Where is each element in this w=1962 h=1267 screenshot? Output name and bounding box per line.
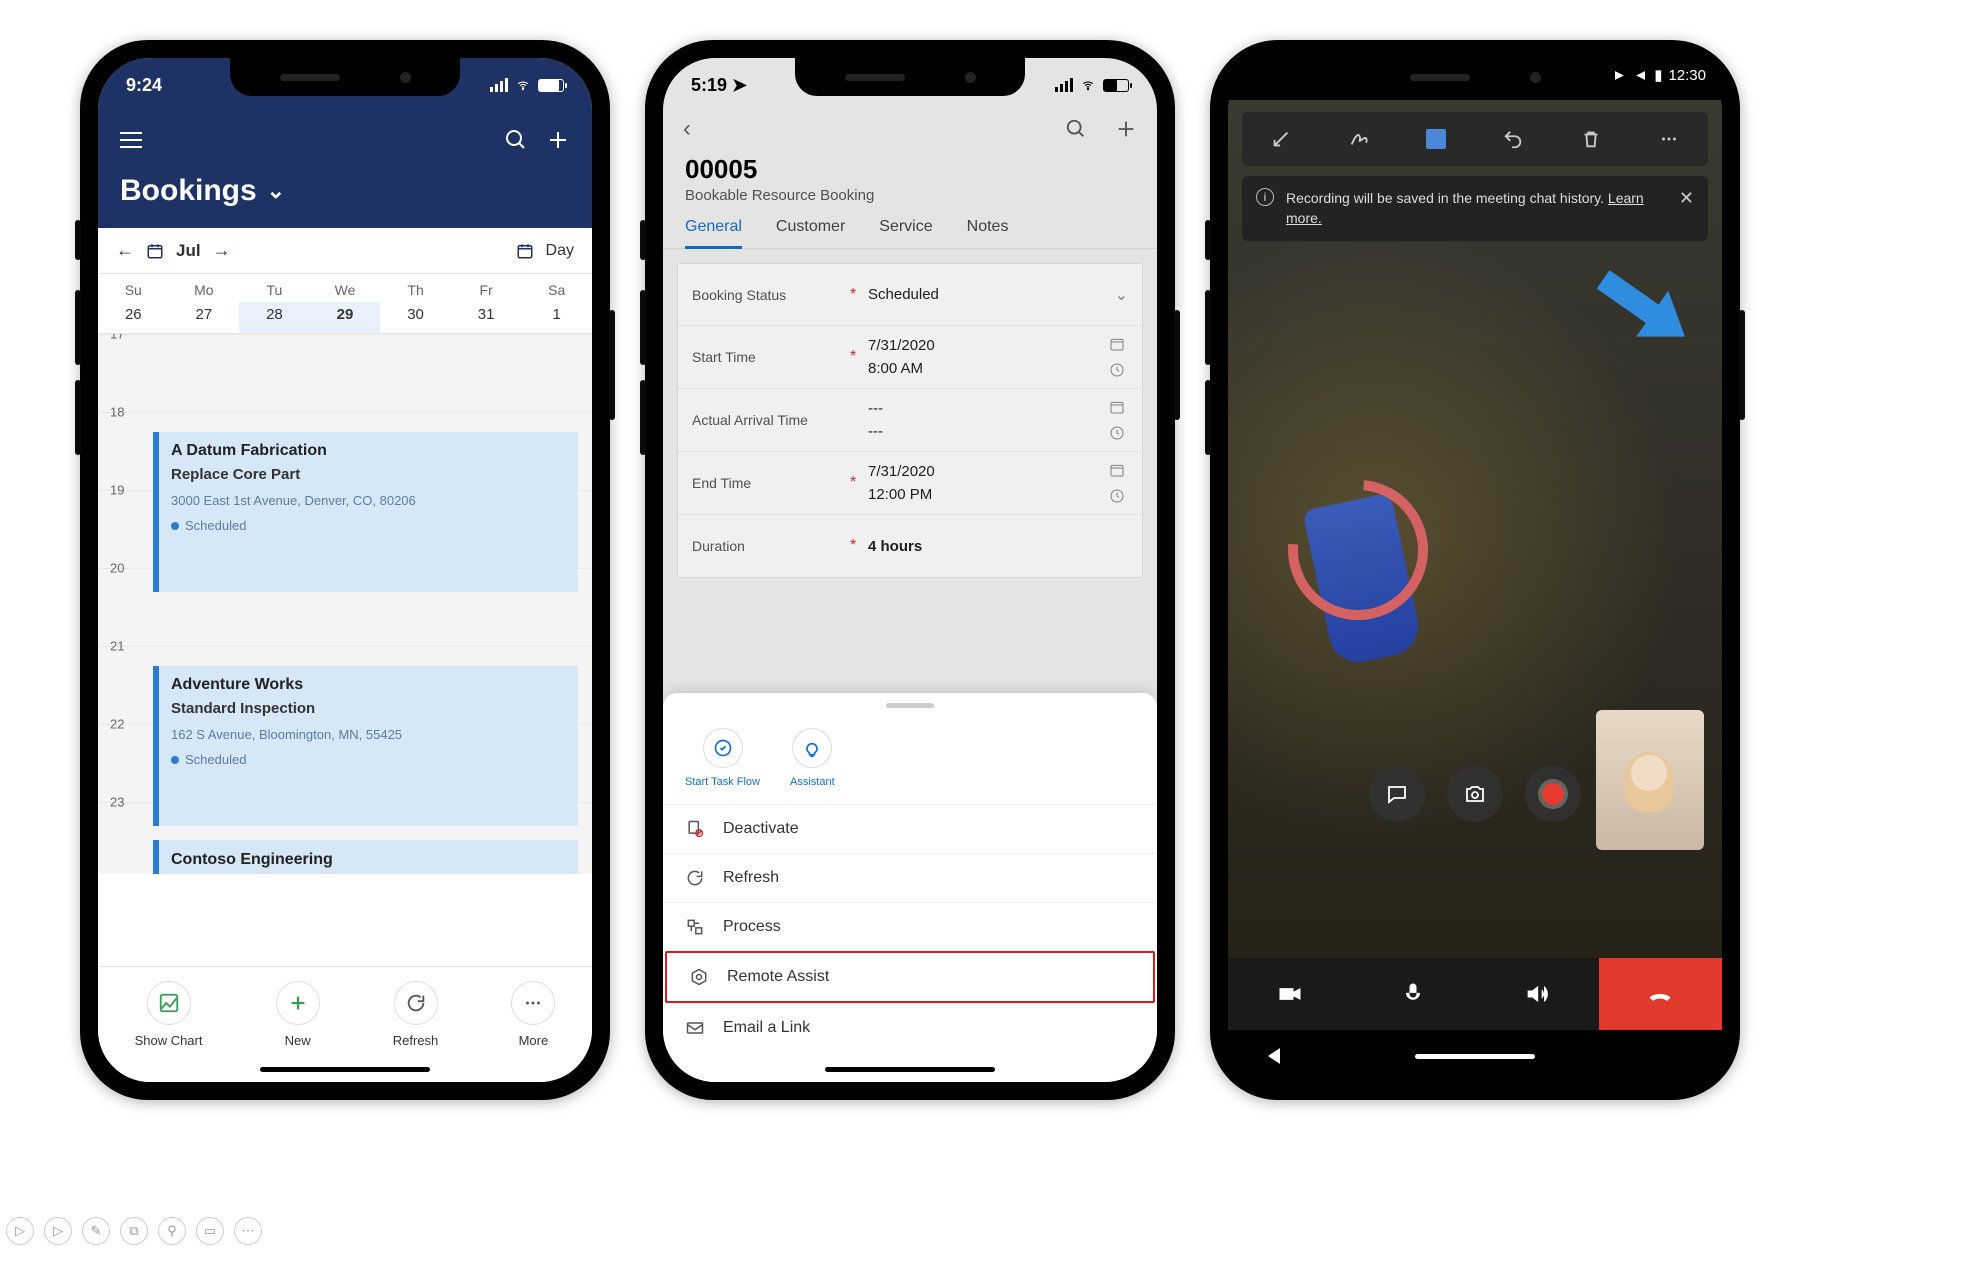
more-button[interactable]: More [511, 981, 555, 1048]
collapse-icon[interactable] [1270, 128, 1292, 150]
delete-icon[interactable] [1580, 128, 1602, 150]
close-icon[interactable]: ✕ [1679, 188, 1694, 209]
cell-signal-icon [490, 78, 508, 92]
menu-process[interactable]: Process [663, 902, 1157, 951]
annotation-toolbar [1242, 112, 1708, 166]
bottom-toolbar: Show Chart New Refresh More [98, 966, 592, 1082]
nav-back-icon[interactable] [1268, 1048, 1280, 1064]
weekday-numbers[interactable]: 2627282930311 [98, 302, 592, 334]
sheet-handle[interactable] [886, 703, 934, 708]
add-icon[interactable] [546, 128, 570, 152]
view-mode-label[interactable]: Day [546, 242, 574, 260]
home-indicator[interactable] [260, 1067, 430, 1072]
battery-icon: ▮ [1654, 66, 1662, 84]
chevron-down-icon: ⌄ [267, 178, 285, 204]
search-icon[interactable] [504, 128, 528, 152]
status-time: 9:24 [126, 75, 162, 96]
record-button[interactable] [1525, 766, 1581, 822]
nav-home-pill[interactable] [1415, 1054, 1535, 1059]
end-call-button[interactable] [1599, 958, 1723, 1030]
info-icon: i [1256, 188, 1274, 206]
ar-arrow-annotation [1587, 256, 1701, 359]
ar-circle-annotation [1259, 451, 1456, 648]
action-sheet: Start Task Flow Assistant Deactivate Ref… [663, 693, 1157, 1082]
android-nav-bar [1228, 1030, 1722, 1082]
next-arrow-icon[interactable]: → [213, 240, 231, 261]
status-dot-icon [171, 756, 179, 764]
host-app-toolbar: ▷ ▷ ✎ ⧉ ⚲ ▭ ⋯ [6, 1217, 262, 1245]
tool-button[interactable]: ▷ [6, 1217, 34, 1245]
menu-deactivate[interactable]: Deactivate [663, 804, 1157, 853]
new-button[interactable]: New [276, 981, 320, 1048]
phone-remote-assist-call: ▲ ▲ ▮ 12:30 i Recording will be saved [1210, 40, 1740, 1100]
weekday-header: SuMoTuWeThFrSa [98, 274, 592, 302]
status-bar: ▲ ▲ ▮ 12:30 [1596, 58, 1722, 92]
prev-arrow-icon[interactable]: ← [116, 240, 134, 261]
status-dot-icon [171, 522, 179, 530]
menu-email-link[interactable]: Email a Link [663, 1003, 1157, 1052]
speaker-toggle-button[interactable] [1475, 958, 1599, 1030]
ink-icon[interactable] [1348, 128, 1370, 150]
menu-refresh[interactable]: Refresh [663, 853, 1157, 902]
month-label: Jul [176, 241, 201, 261]
date-toolbar: ← Jul → Day [98, 228, 592, 274]
assistant-button[interactable]: Assistant [790, 728, 835, 788]
page-title[interactable]: Bookings ⌄ [98, 166, 592, 208]
calendar-icon[interactable] [146, 242, 164, 260]
appointment-card[interactable]: Adventure Works Standard Inspection 162 … [153, 666, 578, 826]
undo-icon[interactable] [1502, 128, 1524, 150]
menu-icon[interactable] [120, 132, 142, 148]
menu-remote-assist[interactable]: Remote Assist [665, 951, 1155, 1003]
video-toggle-button[interactable] [1228, 958, 1352, 1030]
tool-button[interactable]: ▭ [196, 1217, 224, 1245]
tool-button[interactable]: ▷ [44, 1217, 72, 1245]
refresh-button[interactable]: Refresh [393, 981, 439, 1048]
calendar-icon[interactable] [516, 242, 534, 260]
mic-toggle-button[interactable] [1352, 958, 1476, 1030]
recording-banner: i Recording will be saved in the meeting… [1242, 176, 1708, 241]
call-bar [1228, 958, 1722, 1030]
show-chart-button[interactable]: Show Chart [135, 981, 203, 1048]
wifi-icon [514, 78, 532, 92]
battery-icon [538, 79, 564, 92]
more-icon[interactable] [1658, 128, 1680, 150]
appointment-card[interactable]: Contoso Engineering [153, 840, 578, 874]
home-indicator[interactable] [825, 1067, 995, 1072]
chat-button[interactable] [1369, 766, 1425, 822]
self-video-pip[interactable] [1596, 710, 1704, 850]
tool-button[interactable]: ⧉ [120, 1217, 148, 1245]
tool-button[interactable]: ✎ [82, 1217, 110, 1245]
appointment-card[interactable]: A Datum Fabrication Replace Core Part 30… [153, 432, 578, 592]
agenda-view[interactable]: 17 18 19 20 21 22 23 A Datum Fabrication… [98, 334, 592, 874]
phone-booking-detail: 5:19 ➤ ‹ 00005 Bookable Resource Booking [645, 40, 1175, 1100]
phone-bookings: 9:24 Bookings ⌄ [80, 40, 610, 1100]
capture-button[interactable] [1447, 766, 1503, 822]
tool-button[interactable]: ⚲ [158, 1217, 186, 1245]
tool-button[interactable]: ⋯ [234, 1217, 262, 1245]
start-task-flow-button[interactable]: Start Task Flow [685, 728, 760, 788]
color-swatch[interactable] [1426, 129, 1446, 149]
